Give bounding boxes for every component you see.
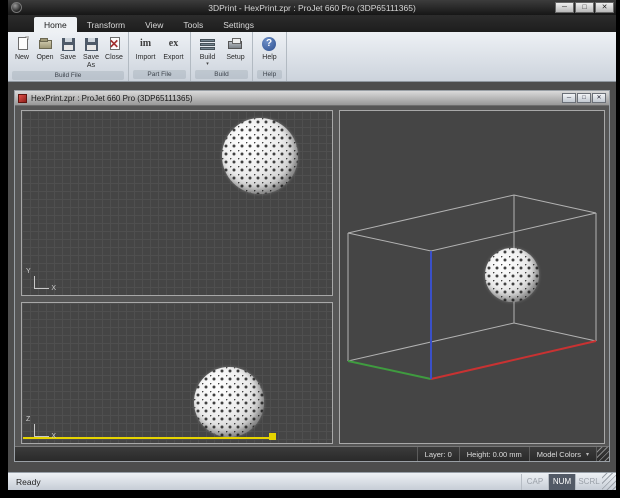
import-icon: im xyxy=(139,38,152,49)
model-sphere-front-view[interactable] xyxy=(194,367,264,437)
axis-indicator-front: Z X xyxy=(26,416,56,440)
group-label-help: Help xyxy=(257,70,282,79)
build-dropdown-arrow[interactable]: ▾ xyxy=(206,61,209,66)
group-label-part-file: Part File xyxy=(133,70,186,79)
tab-view[interactable]: View xyxy=(135,17,173,32)
axis-label-y: Y xyxy=(26,268,31,275)
workspace: HexPrint.zpr : ProJet 660 Pro (3DP651113… xyxy=(8,82,616,472)
tab-settings[interactable]: Settings xyxy=(213,17,264,32)
num-lock-indicator: NUM xyxy=(548,473,575,490)
tab-home[interactable]: Home xyxy=(34,17,77,32)
viewport-area: Y X Z X xyxy=(15,106,609,446)
axis-label-z: Z xyxy=(26,416,31,423)
document-maximize-button[interactable]: □ xyxy=(577,93,591,103)
chevron-down-icon: ▾ xyxy=(585,451,589,458)
ribbon-tabrow: Home Transform View Tools Settings xyxy=(8,15,616,32)
document-window: HexPrint.zpr : ProJet 660 Pro (3DP651113… xyxy=(14,90,610,462)
new-document-icon xyxy=(14,36,31,53)
help-question-icon: ? xyxy=(261,36,278,53)
document-statusbar: Layer: 0 Height: 0.00 mm Model Colors ▾ xyxy=(15,446,609,461)
document-title: HexPrint.zpr : ProJet 660 Pro (3DP651113… xyxy=(31,93,193,103)
titlebar: 3DPrint - HexPrint.zpr : ProJet 660 Pro … xyxy=(8,0,616,15)
ribbon-group-part-file: im Import ex Export Part File xyxy=(129,32,191,81)
app-logo-icon[interactable] xyxy=(11,2,22,13)
setup-button[interactable]: Setup xyxy=(222,34,249,63)
save-floppy-icon xyxy=(60,36,77,53)
y-axis-line xyxy=(347,360,432,380)
build-volume-wireframe xyxy=(347,194,597,380)
tab-tools[interactable]: Tools xyxy=(173,17,213,32)
ribbon-group-build: Build ▾ Setup Build xyxy=(191,32,253,81)
viewport-top[interactable]: Y X xyxy=(21,110,333,296)
app-window: 3DPrint - HexPrint.zpr : ProJet 660 Pro … xyxy=(8,0,616,490)
status-message: Ready xyxy=(16,476,41,487)
viewport-3d[interactable] xyxy=(339,110,605,444)
close-file-icon: ✕ xyxy=(108,37,120,51)
maximize-button[interactable]: □ xyxy=(575,2,594,13)
tab-transform[interactable]: Transform xyxy=(77,17,135,32)
build-bed-line xyxy=(23,433,276,440)
viewport-front[interactable]: Z X xyxy=(21,302,333,444)
document-window-controls: ─ □ ✕ xyxy=(562,93,606,103)
window-controls: ─ □ ✕ xyxy=(555,2,614,13)
axis-label-x: X xyxy=(51,285,56,292)
layer-slider-track[interactable] xyxy=(15,447,418,461)
document-resize-grip[interactable] xyxy=(597,447,609,461)
group-label-build: Build xyxy=(195,70,248,79)
bed-handle xyxy=(269,433,276,440)
caps-lock-indicator: CAP xyxy=(521,473,548,490)
ribbon-group-build-file: New Open Save Save As ✕ Close Build File xyxy=(8,32,129,81)
group-label-build-file: Build File xyxy=(12,71,124,80)
new-button[interactable]: New xyxy=(11,34,33,63)
open-folder-icon xyxy=(37,36,54,53)
ribbon-group-help: ? Help Help xyxy=(253,32,287,81)
axis-label-x: X xyxy=(51,433,56,440)
model-sphere-3d-view[interactable] xyxy=(485,248,539,302)
axis-indicator-top: Y X xyxy=(26,268,56,292)
build-layers-icon xyxy=(199,36,216,53)
scroll-lock-indicator: SCRL xyxy=(575,473,602,490)
document-cube-icon xyxy=(18,93,27,103)
document-close-button[interactable]: ✕ xyxy=(592,93,606,103)
export-icon: ex xyxy=(168,38,179,49)
save-button[interactable]: Save xyxy=(57,34,79,63)
model-sphere-top-view[interactable] xyxy=(222,118,298,194)
save-as-button[interactable]: Save As xyxy=(80,34,102,70)
close-file-button[interactable]: ✕ Close xyxy=(103,34,125,63)
window-resize-grip[interactable] xyxy=(602,473,616,490)
ribbon: New Open Save Save As ✕ Close Build File… xyxy=(8,32,616,82)
model-colors-dropdown[interactable]: Model Colors ▾ xyxy=(530,447,597,461)
window-title: 3DPrint - HexPrint.zpr : ProJet 660 Pro … xyxy=(208,2,416,13)
printer-icon xyxy=(227,36,244,53)
build-button[interactable]: Build ▾ xyxy=(194,34,221,67)
document-titlebar[interactable]: HexPrint.zpr : ProJet 660 Pro (3DP651113… xyxy=(15,91,609,106)
save-as-floppy-icon xyxy=(83,36,100,53)
help-button[interactable]: ? Help xyxy=(256,34,283,63)
height-indicator: Height: 0.00 mm xyxy=(460,447,530,461)
minimize-button[interactable]: ─ xyxy=(555,2,574,13)
statusbar: Ready CAP NUM SCRL xyxy=(8,472,616,490)
close-button[interactable]: ✕ xyxy=(595,2,614,13)
layer-indicator: Layer: 0 xyxy=(418,447,460,461)
open-button[interactable]: Open xyxy=(34,34,56,63)
import-button[interactable]: im Import xyxy=(132,34,159,63)
x-axis-line xyxy=(430,340,597,380)
document-minimize-button[interactable]: ─ xyxy=(562,93,576,103)
export-button[interactable]: ex Export xyxy=(160,34,187,63)
